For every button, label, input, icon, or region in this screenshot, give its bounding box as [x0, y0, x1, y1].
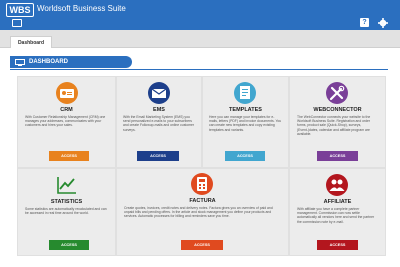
- statistics-title: STATISTICS: [50, 199, 83, 205]
- factura-description: Create quotes, invoices, credit notes an…: [124, 206, 273, 219]
- line-chart-icon: [57, 177, 76, 194]
- tab-bar: [0, 30, 400, 48]
- affiliate-card: AFFILIATE With affiliate you have a comp…: [289, 168, 386, 256]
- affiliate-access-button[interactable]: ACCESS: [317, 240, 358, 250]
- gear-icon[interactable]: [378, 18, 388, 28]
- dashboard-title: DASHBOARD: [29, 59, 68, 65]
- calculator-icon: [191, 173, 213, 195]
- crm-description: With Customer Relationship Management (C…: [25, 115, 106, 128]
- factura-title: FACTURA: [189, 198, 216, 204]
- webconnector-card: WEBCONNECTOR The WebConnector connects y…: [289, 76, 386, 168]
- templates-description: Here you can manage your templates for e…: [209, 115, 282, 132]
- factura-access-button[interactable]: ACCESS: [181, 240, 223, 250]
- statistics-card: STATISTICS Some statistics are automatic…: [17, 168, 116, 256]
- window-icon[interactable]: [12, 19, 22, 27]
- monitor-icon: [15, 59, 25, 66]
- webconnector-description: The WebConnector connects your website t…: [297, 115, 371, 136]
- partner-icon: [326, 174, 348, 196]
- templates-card: TEMPLATES Here you can manage your templ…: [202, 76, 289, 168]
- factura-card: FACTURA Create quotes, invoices, credit …: [116, 168, 289, 256]
- dashboard-header: DASHBOARD: [10, 56, 132, 68]
- divider: [10, 69, 388, 70]
- webconnector-title: WEBCONNECTOR: [313, 107, 362, 113]
- templates-access-button[interactable]: ACCESS: [225, 151, 265, 161]
- crm-title: CRM: [60, 107, 73, 113]
- document-icon: [234, 82, 256, 104]
- email-icon: [148, 82, 170, 104]
- ems-title: EMS: [153, 107, 165, 113]
- tools-icon: [326, 82, 348, 104]
- statistics-description: Some statistics are automatically recalc…: [25, 207, 107, 216]
- affiliate-description: With affiliate you have a complete partn…: [297, 207, 375, 224]
- webconnector-access-button[interactable]: ACCESS: [317, 151, 358, 161]
- address-card-icon: [56, 82, 78, 104]
- crm-access-button[interactable]: ACCESS: [49, 151, 89, 161]
- affiliate-title: AFFILIATE: [323, 199, 352, 205]
- wbs-logo: WBS: [6, 3, 34, 17]
- crm-card: CRM With Customer Relationship Managemen…: [17, 76, 116, 168]
- ems-description: With the Email Marketing System (EMS) yo…: [123, 115, 195, 132]
- help-icon[interactable]: ?: [360, 18, 369, 27]
- app-title: Worldsoft Business Suite: [37, 4, 126, 13]
- statistics-access-button[interactable]: ACCESS: [49, 240, 89, 250]
- templates-title: TEMPLATES: [229, 107, 262, 113]
- ems-card: EMS With the Email Marketing System (EMS…: [116, 76, 202, 168]
- top-bar: WBS Worldsoft Business Suite ?: [0, 0, 400, 30]
- ems-access-button[interactable]: ACCESS: [137, 151, 179, 161]
